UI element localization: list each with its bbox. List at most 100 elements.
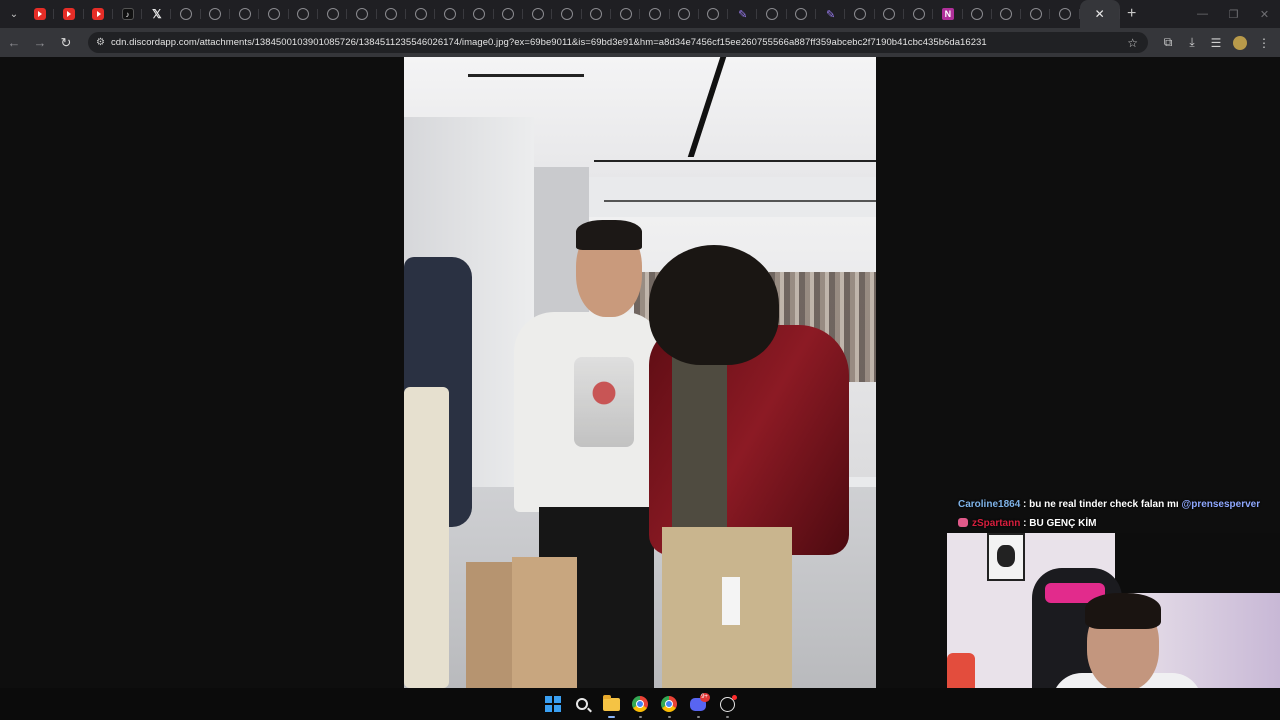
tab-youtube-1[interactable] (25, 0, 55, 28)
tiktok-icon: ♪ (121, 8, 134, 20)
tab-8[interactable] (230, 0, 260, 28)
globe-icon (355, 8, 368, 20)
globe-icon (209, 8, 222, 20)
globe-icon (326, 8, 339, 20)
tab-30[interactable] (875, 0, 905, 28)
tab-12[interactable] (347, 0, 377, 28)
tab-29[interactable] (845, 0, 875, 28)
tab-list: ♪ 𝕏 ✎ ✎ N ✕ (25, 0, 1120, 28)
minimize-icon[interactable]: — (1187, 0, 1218, 28)
n-icon: N (941, 8, 954, 20)
stream-chat-overlay: Caroline1864 : bu ne real tinder check f… (958, 495, 1280, 533)
tab-6[interactable] (171, 0, 202, 28)
media-queue-icon[interactable]: ☰ (1204, 31, 1228, 55)
x-icon: 𝕏 (152, 7, 162, 21)
globe-icon (707, 8, 720, 20)
tab-27[interactable] (787, 0, 817, 28)
browser-toolbar: ← → ↻ ⚙ cdn.discordapp.com/attachments/1… (0, 28, 1280, 57)
reload-icon[interactable]: ↻ (54, 31, 78, 55)
tab-31[interactable] (904, 0, 934, 28)
tab-34[interactable] (992, 0, 1022, 28)
displayed-photo (404, 57, 876, 688)
globe-icon (590, 8, 603, 20)
tab-youtube-2[interactable] (54, 0, 84, 28)
globe-icon (678, 8, 691, 20)
address-bar[interactable]: ⚙ cdn.discordapp.com/attachments/1384500… (88, 32, 1148, 53)
heart-badge-icon (958, 518, 968, 527)
download-icon[interactable]: ⤓ (1180, 31, 1204, 55)
chat-separator: : (1023, 518, 1027, 529)
tab-tiktok[interactable]: ♪ (113, 0, 143, 28)
tab-11[interactable] (318, 0, 348, 28)
tab-36[interactable] (1050, 0, 1080, 28)
globe-icon (766, 8, 779, 20)
globe-icon (1059, 8, 1072, 20)
globe-icon (414, 8, 427, 20)
tab-23[interactable] (670, 0, 700, 28)
toolbar-actions: ⧉ ⤓ ☰ ⋮ (1156, 31, 1276, 55)
globe-icon (912, 8, 925, 20)
file-explorer-icon[interactable] (597, 690, 626, 719)
tab-21[interactable] (611, 0, 641, 28)
maximize-icon[interactable]: ❐ (1218, 0, 1249, 28)
tab-18[interactable] (523, 0, 553, 28)
tab-pen-2[interactable]: ✎ (816, 0, 846, 28)
chrome-icon[interactable] (626, 690, 655, 719)
globe-icon (268, 8, 281, 20)
tab-26[interactable] (757, 0, 788, 28)
globe-icon (795, 8, 808, 20)
tab-19[interactable] (552, 0, 582, 28)
globe-icon (1000, 8, 1013, 20)
tab-22[interactable] (640, 0, 670, 28)
close-icon[interactable]: ✕ (1095, 7, 1105, 21)
tab-16[interactable] (464, 0, 495, 28)
cat-poster (987, 533, 1025, 581)
tab-13[interactable] (377, 0, 407, 28)
tab-7[interactable] (201, 0, 231, 28)
extensions-puzzle-icon[interactable]: ⧉ (1156, 31, 1180, 55)
profile-avatar[interactable] (1228, 31, 1252, 55)
pen-icon: ✎ (826, 8, 836, 21)
window-controls: — ❐ ✕ (1187, 0, 1280, 28)
discord-icon[interactable]: 9+ (684, 690, 713, 719)
chat-text: bu ne real tinder check falan mı (1029, 499, 1179, 510)
url-text[interactable]: cdn.discordapp.com/attachments/138450010… (111, 37, 1127, 48)
globe-icon (883, 8, 896, 20)
youtube-icon (92, 8, 105, 20)
tab-17[interactable] (494, 0, 524, 28)
tab-14[interactable] (406, 0, 436, 28)
forward-arrow-icon[interactable]: → (28, 31, 52, 55)
search-icon[interactable] (568, 690, 597, 719)
tab-10[interactable] (289, 0, 319, 28)
bookmark-star-icon[interactable]: ☆ (1127, 36, 1138, 50)
obs-icon[interactable] (713, 690, 742, 719)
windows-start-icon[interactable] (539, 690, 568, 719)
chat-username: zSpartann (972, 518, 1021, 529)
pen-icon: ✎ (738, 8, 748, 21)
tab-n[interactable]: N (933, 0, 963, 28)
tab-20[interactable] (582, 0, 612, 28)
window-close-icon[interactable]: ✕ (1249, 0, 1280, 28)
youtube-icon (33, 8, 46, 20)
globe-icon (180, 8, 193, 20)
chrome-icon[interactable] (655, 690, 684, 719)
tab-9[interactable] (259, 0, 289, 28)
menu-kebab-icon[interactable]: ⋮ (1252, 31, 1276, 55)
tab-15[interactable] (435, 0, 465, 28)
tab-33[interactable] (963, 0, 993, 28)
chat-mention: @prensesperver (1181, 499, 1261, 510)
tab-x[interactable]: 𝕏 (142, 0, 172, 28)
tab-search-chevron-icon[interactable]: ⌄ (3, 3, 25, 25)
tab-active[interactable]: ✕ (1079, 0, 1120, 28)
tab-pen-1[interactable]: ✎ (728, 0, 758, 28)
chat-message: Caroline1864 : bu ne real tinder check f… (958, 495, 1280, 514)
browser-tab-strip: ⌄ ♪ 𝕏 ✎ ✎ N ✕ + — ❐ ✕ (0, 0, 1280, 28)
new-tab-button[interactable]: + (1120, 0, 1144, 28)
globe-icon (385, 8, 398, 20)
tab-35[interactable] (1021, 0, 1051, 28)
site-info-icon[interactable]: ⚙ (96, 37, 105, 48)
tab-youtube-3[interactable] (84, 0, 114, 28)
back-arrow-icon[interactable]: ← (2, 31, 26, 55)
tab-24[interactable] (699, 0, 729, 28)
globe-icon (297, 8, 310, 20)
